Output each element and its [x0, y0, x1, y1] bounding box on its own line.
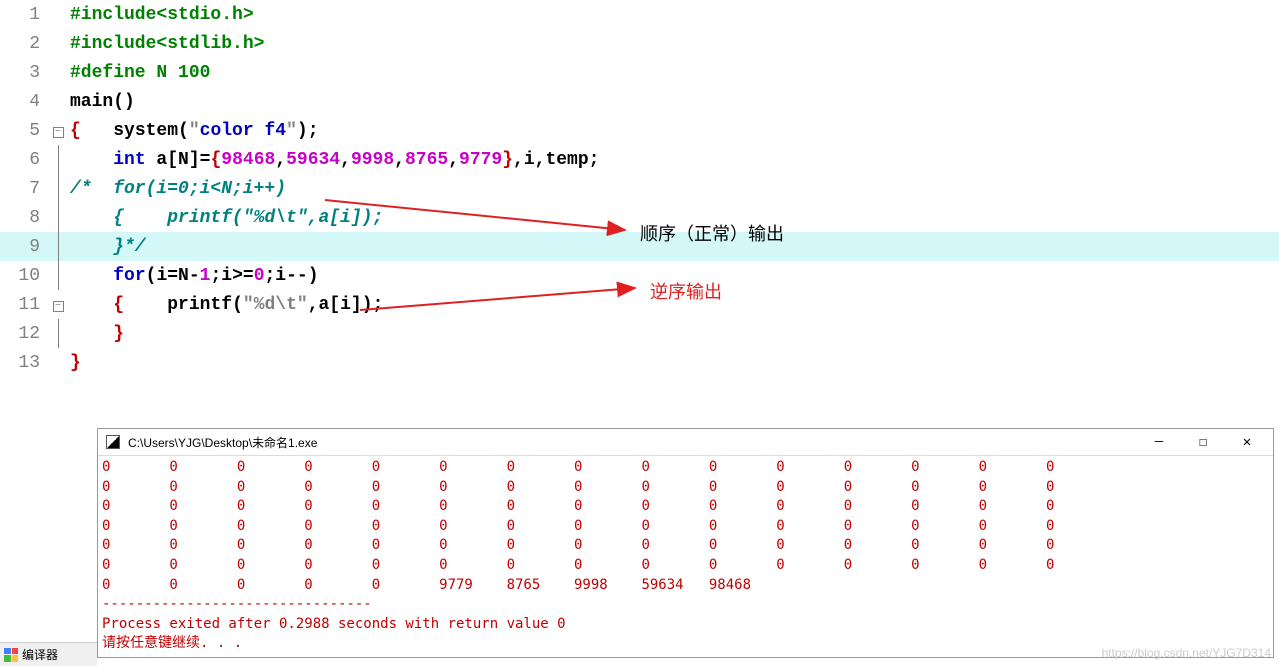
output-row: 0 0 0 0 0 0 0 0 0 0 0 0 0 0 0: [102, 556, 1269, 576]
code-line[interactable]: 4 main(): [0, 87, 1279, 116]
output-row: 0 0 0 0 0 0 0 0 0 0 0 0 0 0 0: [102, 458, 1269, 478]
code-content[interactable]: for(i=N-1;i>=0;i--): [66, 266, 319, 286]
exit-message: Process exited after 0.2988 seconds with…: [102, 615, 1269, 635]
output-row: 0 0 0 0 0 0 0 0 0 0 0 0 0 0 0: [102, 497, 1269, 517]
code-content[interactable]: }: [66, 353, 81, 373]
line-number: 13: [0, 353, 50, 373]
line-number: 12: [0, 324, 50, 344]
watermark-text: https://blog.csdn.net/YJG7D314: [1102, 646, 1271, 660]
output-row: 0 0 0 0 0 0 0 0 0 0 0 0 0 0 0: [102, 517, 1269, 537]
output-row: 0 0 0 0 0 9779 8765 9998 59634 98468: [102, 576, 1269, 596]
line-number: 11: [0, 295, 50, 315]
code-content[interactable]: }: [66, 324, 124, 344]
console-output[interactable]: 0 0 0 0 0 0 0 0 0 0 0 0 0 0 0 0 0 0 0 0 …: [98, 456, 1273, 656]
line-number: 4: [0, 92, 50, 112]
output-row: 0 0 0 0 0 0 0 0 0 0 0 0 0 0 0: [102, 478, 1269, 498]
close-button[interactable]: ✕: [1229, 432, 1265, 452]
compiler-icon: [4, 648, 18, 662]
output-divider: --------------------------------: [102, 595, 1269, 615]
code-line[interactable]: 5 − { system("color f4");: [0, 116, 1279, 145]
fold-toggle[interactable]: −: [50, 123, 66, 139]
line-number: 6: [0, 150, 50, 170]
code-content[interactable]: /* for(i=0;i<N;i++): [66, 179, 286, 199]
code-content[interactable]: #include<stdio.h>: [66, 5, 254, 25]
code-content[interactable]: }*/: [66, 237, 146, 257]
code-content[interactable]: #include<stdlib.h>: [66, 34, 264, 54]
maximize-button[interactable]: ☐: [1185, 432, 1221, 452]
annotation-label-2: 逆序输出: [650, 278, 722, 304]
line-number: 5: [0, 121, 50, 141]
annotation-arrow-1: [325, 188, 645, 238]
code-content[interactable]: int a[N]={98468,59634,9998,8765,9779},i,…: [66, 150, 599, 170]
code-line[interactable]: 13 }: [0, 348, 1279, 377]
console-titlebar[interactable]: C:\Users\YJG\Desktop\未命名1.exe — ☐ ✕: [98, 429, 1273, 456]
annotation-arrow-2: [360, 282, 650, 322]
code-content[interactable]: #define N 100: [66, 63, 210, 83]
line-number: 8: [0, 208, 50, 228]
statusbar: 编译器: [0, 642, 97, 666]
annotation-label-1: 顺序（正常）输出: [640, 220, 784, 246]
line-number: 10: [0, 266, 50, 286]
code-content[interactable]: { printf("%d\t",a[i]);: [66, 295, 383, 315]
output-row: 0 0 0 0 0 0 0 0 0 0 0 0 0 0 0: [102, 536, 1269, 556]
console-title: C:\Users\YJG\Desktop\未命名1.exe: [128, 434, 1133, 451]
console-window: C:\Users\YJG\Desktop\未命名1.exe — ☐ ✕ 0 0 …: [97, 428, 1274, 658]
code-line[interactable]: 2 #include<stdlib.h>: [0, 29, 1279, 58]
line-number: 2: [0, 34, 50, 54]
code-content[interactable]: { system("color f4");: [66, 121, 319, 141]
line-number: 3: [0, 63, 50, 83]
fold-toggle[interactable]: −: [50, 297, 66, 313]
continue-prompt: 请按任意键继续. . .: [102, 634, 1269, 654]
minimize-button[interactable]: —: [1141, 432, 1177, 452]
compiler-tab[interactable]: 编译器: [22, 646, 58, 663]
code-line[interactable]: 1 #include<stdio.h>: [0, 0, 1279, 29]
code-line[interactable]: 3 #define N 100: [0, 58, 1279, 87]
code-content[interactable]: main(): [66, 92, 135, 112]
line-number: 7: [0, 179, 50, 199]
console-app-icon: [106, 435, 120, 449]
code-line[interactable]: 6 int a[N]={98468,59634,9998,8765,9779},…: [0, 145, 1279, 174]
code-line[interactable]: 12 }: [0, 319, 1279, 348]
line-number: 1: [0, 5, 50, 25]
line-number: 9: [0, 237, 50, 257]
